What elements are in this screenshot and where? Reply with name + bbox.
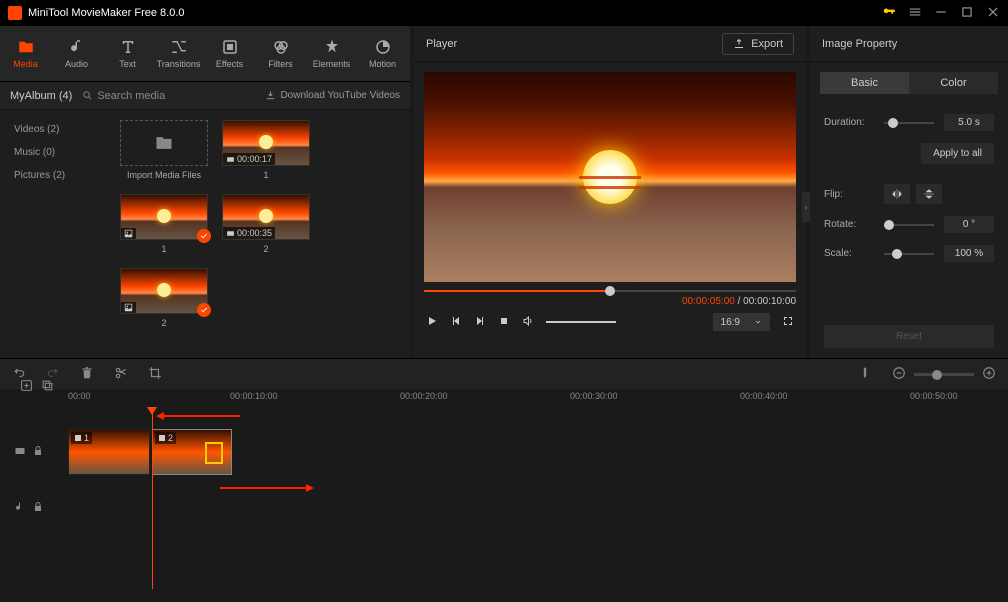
reset-button[interactable]: Reset (824, 325, 994, 348)
preview (424, 72, 796, 282)
timeline: 00:00 00:00:10:00 00:00:20:00 00:00:30:0… (0, 358, 1008, 589)
export-button[interactable]: Export (722, 33, 794, 55)
zoom-out-icon[interactable] (892, 366, 906, 383)
next-icon[interactable] (474, 315, 486, 330)
audio-track[interactable] (60, 493, 1008, 523)
ribbon-filters[interactable]: Filters (255, 26, 306, 81)
volume-icon[interactable] (522, 315, 534, 330)
duplicate-track-icon[interactable] (41, 379, 54, 395)
track-video-icon[interactable] (14, 445, 26, 460)
expand-handle[interactable]: › (802, 192, 810, 222)
duration-value[interactable]: 5.0 s (944, 114, 994, 131)
marker-icon[interactable] (858, 366, 872, 383)
ribbon-elements[interactable]: Elements (306, 26, 357, 81)
zoom-slider[interactable] (914, 373, 974, 376)
apply-to-all-button[interactable]: Apply to all (921, 143, 994, 164)
flip-horizontal-button[interactable] (884, 184, 910, 204)
sidebar-videos[interactable]: Videos (2) (0, 118, 110, 141)
track-lock-icon[interactable] (32, 445, 44, 460)
tab-color[interactable]: Color (909, 72, 998, 94)
media-tile-image-2[interactable]: 2 (120, 268, 208, 328)
ribbon-text[interactable]: Text (102, 26, 153, 81)
prev-icon[interactable] (450, 315, 462, 330)
app-logo (8, 6, 22, 20)
media-panel: Media Audio Text Transitions Effects Fil… (0, 26, 410, 358)
duration-label: Duration: (824, 117, 874, 128)
flip-vertical-button[interactable] (916, 184, 942, 204)
sidebar-music[interactable]: Music (0) (0, 141, 110, 164)
titlebar: MiniTool MovieMaker Free 8.0.0 (0, 0, 1008, 26)
zoom-in-icon[interactable] (982, 366, 996, 383)
scale-slider[interactable] (884, 253, 934, 255)
video-track[interactable]: 1 2 (60, 429, 1008, 475)
properties-panel: › Image Property Basic Color Duration: 5… (810, 26, 1008, 358)
media-grid: Import Media Files 00:00:17 1 1 00:00:35… (110, 110, 410, 358)
media-tile-image-1[interactable]: 1 (120, 194, 208, 254)
progress-bar[interactable]: 00:00:05:00 / 00:00:10:00 (424, 290, 796, 307)
ribbon: Media Audio Text Transitions Effects Fil… (0, 26, 410, 82)
ribbon-effects[interactable]: Effects (204, 26, 255, 81)
ribbon-transitions[interactable]: Transitions (153, 26, 204, 81)
download-youtube[interactable]: Download YouTube Videos (265, 90, 400, 101)
annotation-highlight (205, 442, 223, 464)
ribbon-motion[interactable]: Motion (357, 26, 408, 81)
rotate-value[interactable]: 0 ° (944, 216, 994, 233)
props-title: Image Property (822, 38, 897, 50)
track-audio-icon[interactable] (14, 501, 26, 516)
maximize-icon[interactable] (960, 5, 974, 22)
stop-icon[interactable] (498, 315, 510, 330)
rotate-slider[interactable] (884, 224, 934, 226)
tab-basic[interactable]: Basic (820, 72, 909, 94)
annotation-arrow-right (220, 487, 310, 489)
add-track-icon[interactable] (20, 379, 33, 395)
split-icon[interactable] (114, 366, 128, 383)
media-tile-video-1[interactable]: 00:00:17 1 (222, 120, 310, 180)
flip-label: Flip: (824, 189, 874, 200)
fullscreen-icon[interactable] (782, 315, 794, 330)
album-label[interactable]: MyAlbum (4) (10, 90, 72, 102)
track-lock-icon[interactable] (32, 501, 44, 516)
timeline-ruler[interactable]: 00:00 00:00:10:00 00:00:20:00 00:00:30:0… (60, 389, 1008, 411)
media-tile-video-2[interactable]: 00:00:35 2 (222, 194, 310, 254)
scale-value[interactable]: 100 % (944, 245, 994, 262)
play-icon[interactable] (426, 315, 438, 330)
delete-icon[interactable] (80, 366, 94, 383)
key-icon[interactable] (882, 5, 896, 22)
ribbon-audio[interactable]: Audio (51, 26, 102, 81)
timeline-clip-1[interactable]: 1 (68, 429, 150, 475)
sidebar-pictures[interactable]: Pictures (2) (0, 164, 110, 187)
duration-slider[interactable] (884, 122, 934, 124)
app-title: MiniTool MovieMaker Free 8.0.0 (28, 7, 882, 19)
hamburger-icon[interactable] (908, 5, 922, 22)
crop-icon[interactable] (148, 366, 162, 383)
rotate-label: Rotate: (824, 219, 874, 230)
playhead[interactable] (152, 407, 153, 589)
close-icon[interactable] (986, 5, 1000, 22)
timeline-clip-2[interactable]: 2 (152, 429, 232, 475)
player-panel: Player Export 00:00:05:00 / 00:00:10:00 … (414, 26, 806, 358)
player-title: Player (426, 38, 457, 50)
ribbon-media[interactable]: Media (0, 26, 51, 81)
annotation-arrow-left (160, 415, 240, 417)
minimize-icon[interactable] (934, 5, 948, 22)
search-media[interactable]: Search media (82, 90, 255, 102)
scale-label: Scale: (824, 248, 874, 259)
import-tile[interactable]: Import Media Files (120, 120, 208, 180)
media-sidebar: Videos (2) Music (0) Pictures (2) (0, 110, 110, 358)
aspect-select[interactable]: 16:9 (713, 313, 770, 331)
volume-slider[interactable] (546, 321, 616, 323)
